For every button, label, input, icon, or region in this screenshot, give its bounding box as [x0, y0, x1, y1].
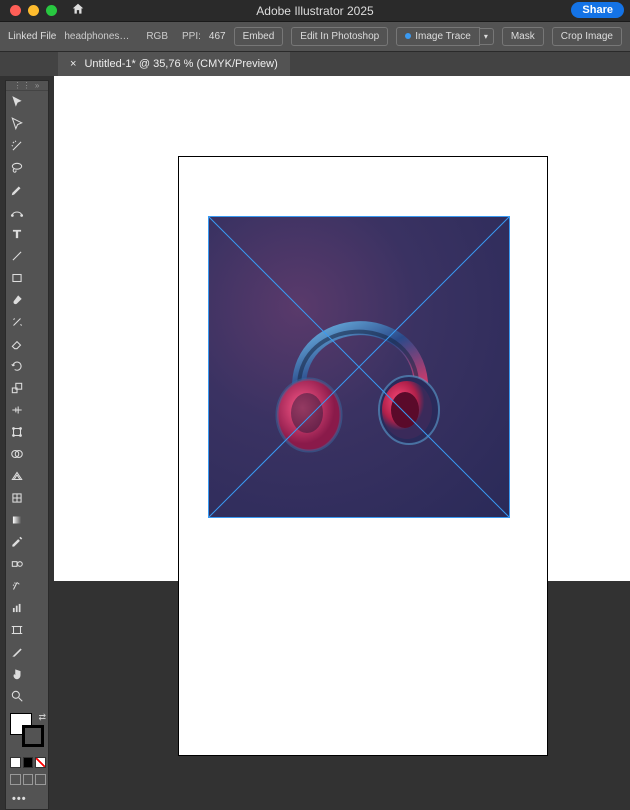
draw-behind-mode[interactable] [23, 774, 34, 785]
maximize-window-button[interactable] [46, 5, 57, 16]
home-icon[interactable] [71, 2, 85, 19]
image-trace-dropdown[interactable]: Image Trace ▾ [396, 27, 494, 46]
color-mode-label: RGB [146, 31, 168, 42]
chevron-down-icon[interactable]: ▾ [479, 28, 494, 45]
mask-button[interactable]: Mask [502, 27, 544, 46]
lasso-tool[interactable] [6, 157, 28, 179]
ppi-value: 467 [209, 31, 226, 42]
hand-tool[interactable] [6, 663, 28, 685]
image-trace-button[interactable]: Image Trace [396, 27, 480, 46]
minimize-window-button[interactable] [28, 5, 39, 16]
app-title: Adobe Illustrator 2025 [0, 4, 630, 18]
zoom-tool[interactable] [6, 685, 28, 707]
canvas-area[interactable] [54, 76, 630, 581]
perspective-grid-tool[interactable] [6, 465, 28, 487]
window-titlebar: Adobe Illustrator 2025 Share [0, 0, 630, 22]
draw-normal-mode[interactable] [10, 774, 21, 785]
curvature-tool[interactable] [6, 201, 28, 223]
width-tool[interactable] [6, 399, 28, 421]
edit-toolbar-button[interactable]: ••• [6, 789, 48, 809]
stroke-swatch[interactable] [22, 725, 44, 747]
document-tab-bar: × Untitled-1* @ 35,76 % (CMYK/Preview) [0, 52, 630, 76]
tools-panel: ⋮⋮ » ⇄ ••• [5, 80, 49, 810]
swap-fill-stroke-icon[interactable]: ⇄ [38, 712, 46, 723]
color-gradient-swatch[interactable] [23, 757, 34, 768]
pen-tool[interactable] [6, 179, 28, 201]
tools-panel-grip[interactable]: ⋮⋮ » [6, 81, 48, 91]
direct-selection-tool[interactable] [6, 113, 28, 135]
artboard-tool[interactable] [6, 619, 28, 641]
share-button[interactable]: Share [571, 2, 624, 18]
window-controls [0, 5, 57, 16]
placed-image[interactable] [209, 217, 509, 517]
control-bar: Linked File headphones-or-headset-in... … [0, 22, 630, 52]
eraser-tool[interactable] [6, 333, 28, 355]
color-solid-swatch[interactable] [10, 757, 21, 768]
drawing-modes [6, 774, 50, 789]
gradient-tool[interactable] [6, 509, 28, 531]
eyedropper-tool[interactable] [6, 531, 28, 553]
close-tab-icon[interactable]: × [70, 58, 76, 70]
edit-in-photoshop-button[interactable]: Edit In Photoshop [291, 27, 388, 46]
fill-stroke-swatches[interactable]: ⇄ [6, 711, 48, 751]
shaper-tool[interactable] [6, 311, 28, 333]
magic-wand-tool[interactable] [6, 135, 28, 157]
draw-inside-mode[interactable] [35, 774, 46, 785]
status-dot-icon [405, 33, 411, 39]
ppi-label: PPI: [182, 31, 201, 42]
linked-filename[interactable]: headphones-or-headset-in... [64, 31, 132, 42]
document-tab-label: Untitled-1* @ 35,76 % (CMYK/Preview) [84, 58, 277, 70]
artboard[interactable] [178, 156, 548, 756]
close-window-button[interactable] [10, 5, 21, 16]
image-trace-label: Image Trace [415, 31, 471, 42]
column-graph-tool[interactable] [6, 597, 28, 619]
linked-image-diagonals [209, 217, 509, 517]
color-mode-swatches [6, 755, 50, 774]
crop-image-button[interactable]: Crop Image [552, 27, 622, 46]
rotate-tool[interactable] [6, 355, 28, 377]
blend-tool[interactable] [6, 553, 28, 575]
type-tool[interactable] [6, 223, 28, 245]
selection-tool[interactable] [6, 91, 28, 113]
paintbrush-tool[interactable] [6, 289, 28, 311]
mesh-tool[interactable] [6, 487, 28, 509]
document-tab[interactable]: × Untitled-1* @ 35,76 % (CMYK/Preview) [58, 52, 290, 76]
embed-button[interactable]: Embed [234, 27, 284, 46]
line-segment-tool[interactable] [6, 245, 28, 267]
linked-file-label: Linked File [8, 31, 56, 42]
shape-builder-tool[interactable] [6, 443, 28, 465]
scale-tool[interactable] [6, 377, 28, 399]
color-none-swatch[interactable] [35, 757, 46, 768]
rectangle-tool[interactable] [6, 267, 28, 289]
symbol-sprayer-tool[interactable] [6, 575, 28, 597]
free-transform-tool[interactable] [6, 421, 28, 443]
slice-tool[interactable] [6, 641, 28, 663]
